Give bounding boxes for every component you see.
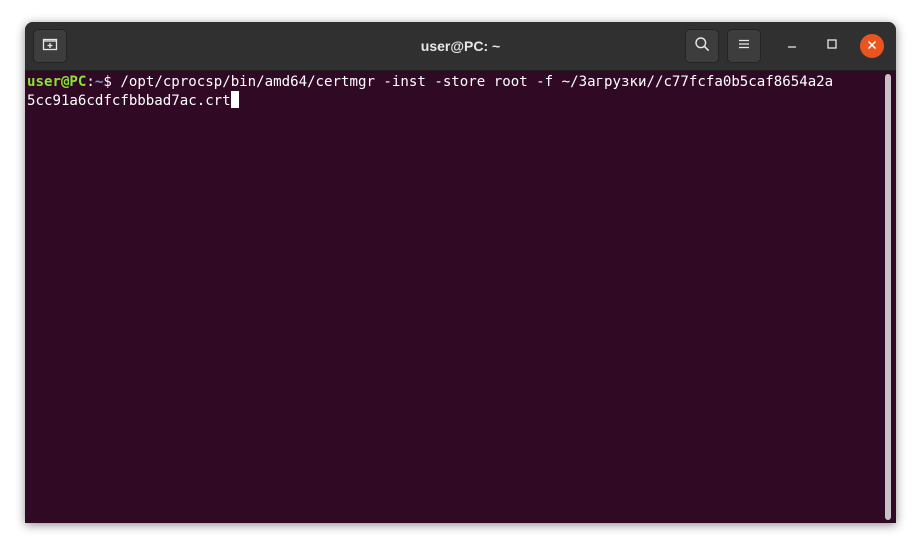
scrollbar[interactable] xyxy=(885,74,891,520)
maximize-button[interactable] xyxy=(820,34,844,58)
search-button[interactable] xyxy=(685,29,719,63)
minimize-button[interactable] xyxy=(780,34,804,58)
new-tab-icon xyxy=(42,36,58,57)
menu-button[interactable] xyxy=(727,29,761,63)
search-icon xyxy=(694,36,710,57)
command-text-continued: 5cc91a6cdfcfbbbad7ac.crt xyxy=(27,93,231,109)
prompt-separator: : xyxy=(86,74,95,90)
prompt-symbol: $ xyxy=(103,74,121,90)
new-tab-button[interactable] xyxy=(33,29,67,63)
title-bar[interactable]: user@PC: ~ xyxy=(25,22,896,71)
close-button[interactable] xyxy=(860,34,884,58)
terminal-window: user@PC: ~ user@PC:~$ /opt/cprocsp/bin/a… xyxy=(25,22,896,523)
terminal-output[interactable]: user@PC:~$ /opt/cprocsp/bin/amd64/certmg… xyxy=(25,71,885,523)
minimize-icon xyxy=(786,37,798,55)
text-cursor xyxy=(230,91,239,108)
command-text: /opt/cprocsp/bin/amd64/certmgr -inst -st… xyxy=(120,74,834,90)
terminal-line: 5cc91a6cdfcfbbbad7ac.crt xyxy=(27,91,885,109)
close-icon xyxy=(867,37,877,55)
terminal-line: user@PC:~$ /opt/cprocsp/bin/amd64/certmg… xyxy=(27,73,885,91)
maximize-icon xyxy=(826,37,838,55)
hamburger-menu-icon xyxy=(737,37,751,56)
prompt-user: user@PC xyxy=(27,74,87,90)
window-title: user@PC: ~ xyxy=(420,38,501,54)
